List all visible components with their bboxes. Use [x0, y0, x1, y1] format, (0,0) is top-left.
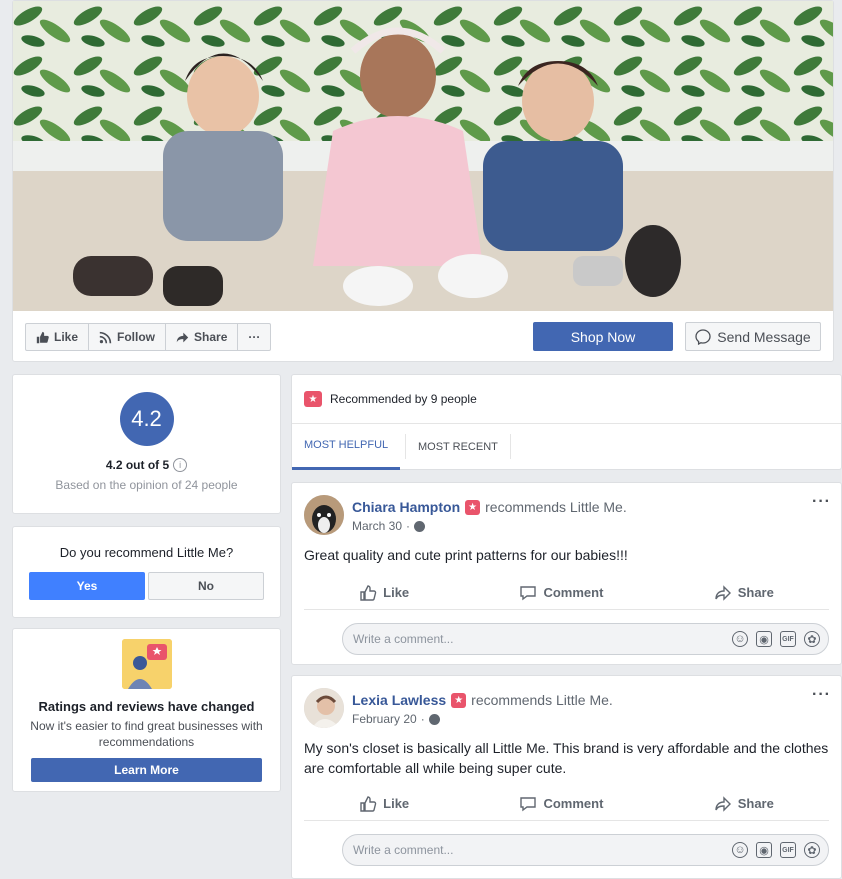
yes-button[interactable]: Yes	[29, 572, 145, 600]
review-header: Chiara Hampton ★ recommends Little Me.	[352, 499, 627, 515]
comment-input[interactable]: Write a comment... ☺ ◉ GIF ✿	[342, 834, 829, 866]
recommend-question-title: Do you recommend Little Me?	[59, 545, 234, 560]
post-options-button[interactable]: ···	[812, 686, 831, 704]
more-dots-icon: ···	[248, 330, 261, 344]
messenger-icon	[695, 328, 711, 345]
camera-icon[interactable]: ◉	[756, 842, 772, 858]
cover-photo-illustration	[13, 1, 833, 311]
thumbs-up-outline-icon	[360, 795, 377, 812]
share-page-label: Share	[194, 330, 228, 344]
like-page-label: Like	[54, 330, 79, 344]
like-label: Like	[383, 585, 410, 600]
post-options-button[interactable]: ···	[812, 493, 831, 511]
recommendation-illustration	[121, 639, 172, 689]
review-header: Lexia Lawless ★ recommends Little Me.	[352, 692, 613, 708]
recommended-summary-text: Recommended by 9 people	[330, 392, 477, 406]
avatar-baby-photo	[304, 688, 344, 728]
review-text: My son's closet is basically all Little …	[304, 740, 829, 776]
follow-page-label: Follow	[117, 330, 156, 344]
comment-button[interactable]: Comment	[519, 795, 603, 813]
like-page-button[interactable]: Like	[26, 324, 90, 350]
review-date-text[interactable]: February 20	[352, 712, 417, 726]
thumbs-up-icon	[36, 331, 49, 343]
rating-summary-card: 4.2 4.2 out of 5 i Based on the opinion …	[12, 374, 281, 514]
share-button[interactable]: Share	[714, 584, 774, 602]
tab-most-recent[interactable]: MOST RECENT	[405, 434, 511, 459]
share-button[interactable]: Share	[714, 795, 774, 813]
comment-placeholder: Write a comment...	[353, 843, 454, 857]
review-action: recommends Little Me.	[485, 499, 627, 515]
review-action-bar: Like Comment Share	[304, 787, 829, 821]
rating-score-badge: 4.2	[119, 392, 174, 446]
gif-icon[interactable]: GIF	[780, 631, 796, 647]
like-button[interactable]: Like	[359, 584, 409, 602]
like-button[interactable]: Like	[359, 795, 409, 813]
recommend-star-icon: ★	[465, 499, 481, 515]
comment-placeholder: Write a comment...	[353, 632, 454, 646]
rating-out-of-text: 4.2 out of 5	[105, 458, 170, 472]
emoji-icon[interactable]: ☺	[732, 631, 748, 647]
globe-icon	[414, 520, 426, 532]
comment-bubble-icon	[520, 585, 537, 600]
recommended-summary: ★ Recommended by 9 people	[304, 391, 477, 407]
review-action-bar: Like Comment Share	[304, 576, 829, 610]
tab-most-helpful[interactable]: MOST HELPFUL	[292, 423, 401, 470]
recommend-star-icon: ★	[304, 391, 322, 407]
reviewer-name[interactable]: Chiara Hampton	[352, 499, 460, 515]
avatar[interactable]	[304, 495, 344, 535]
no-button[interactable]: No	[148, 572, 264, 600]
more-options-button[interactable]: ···	[238, 324, 270, 350]
shop-now-button[interactable]: Shop Now	[533, 322, 673, 351]
recommendations-header-card: ★ Recommended by 9 people MOST HELPFUL M…	[291, 374, 842, 470]
gif-icon[interactable]: GIF	[780, 842, 796, 858]
rating-out-of: 4.2 out of 5 i	[13, 458, 280, 472]
learn-more-button[interactable]: Learn More	[31, 758, 262, 782]
globe-icon	[428, 713, 440, 725]
share-page-button[interactable]: Share	[166, 324, 239, 350]
ratings-changed-card: Ratings and reviews have changed Now it'…	[12, 628, 281, 792]
follow-page-button[interactable]: Follow	[89, 324, 167, 350]
ratings-changed-title: Ratings and reviews have changed	[38, 699, 255, 714]
page-action-bar: Like Follow Share ···	[25, 323, 272, 351]
sticker-icon[interactable]: ✿	[804, 842, 820, 858]
review-post: Lexia Lawless ★ recommends Little Me. Fe…	[291, 675, 842, 879]
cover-photo[interactable]	[13, 1, 833, 311]
thumbs-up-outline-icon	[360, 584, 377, 601]
share-label: Share	[737, 796, 774, 811]
avatar[interactable]	[304, 688, 344, 728]
ratings-changed-description: Now it's easier to find great businesses…	[30, 719, 263, 749]
recommend-star-icon: ★	[451, 692, 467, 708]
comment-tools: ☺ ◉ GIF ✿	[732, 842, 820, 858]
rss-follow-icon	[99, 331, 112, 343]
info-icon[interactable]: i	[173, 458, 188, 472]
recommend-question-card: Do you recommend Little Me? Yes No	[12, 526, 281, 618]
avatar-dog-photo	[304, 495, 344, 535]
review-post: Chiara Hampton ★ recommends Little Me. M…	[291, 482, 842, 665]
send-message-button[interactable]: Send Message	[685, 322, 821, 351]
rating-basis-text: Based on the opinion of 24 people	[55, 478, 238, 492]
camera-icon[interactable]: ◉	[756, 631, 772, 647]
review-text: Great quality and cute print patterns fo…	[304, 547, 628, 563]
review-date: February 20 ·	[352, 712, 440, 726]
comment-bubble-icon	[520, 796, 537, 811]
share-arrow-icon	[715, 584, 731, 601]
sticker-icon[interactable]: ✿	[804, 631, 820, 647]
person-with-badge-icon	[121, 639, 172, 689]
comment-tools: ☺ ◉ GIF ✿	[732, 631, 820, 647]
comment-button[interactable]: Comment	[519, 584, 603, 602]
share-arrow-icon	[176, 332, 189, 342]
review-date-text[interactable]: March 30	[352, 519, 402, 533]
cover-card: Like Follow Share ··· Shop Now Send Mess…	[12, 0, 834, 362]
review-action: recommends Little Me.	[471, 692, 613, 708]
comment-label: Comment	[543, 796, 604, 811]
emoji-icon[interactable]: ☺	[732, 842, 748, 858]
comment-input[interactable]: Write a comment... ☺ ◉ GIF ✿	[342, 623, 829, 655]
comment-label: Comment	[543, 585, 604, 600]
reviewer-name[interactable]: Lexia Lawless	[352, 692, 446, 708]
send-message-label: Send Message	[717, 328, 811, 345]
review-date: March 30 ·	[352, 519, 426, 533]
like-label: Like	[383, 796, 410, 811]
share-arrow-icon	[715, 795, 731, 812]
share-label: Share	[737, 585, 774, 600]
